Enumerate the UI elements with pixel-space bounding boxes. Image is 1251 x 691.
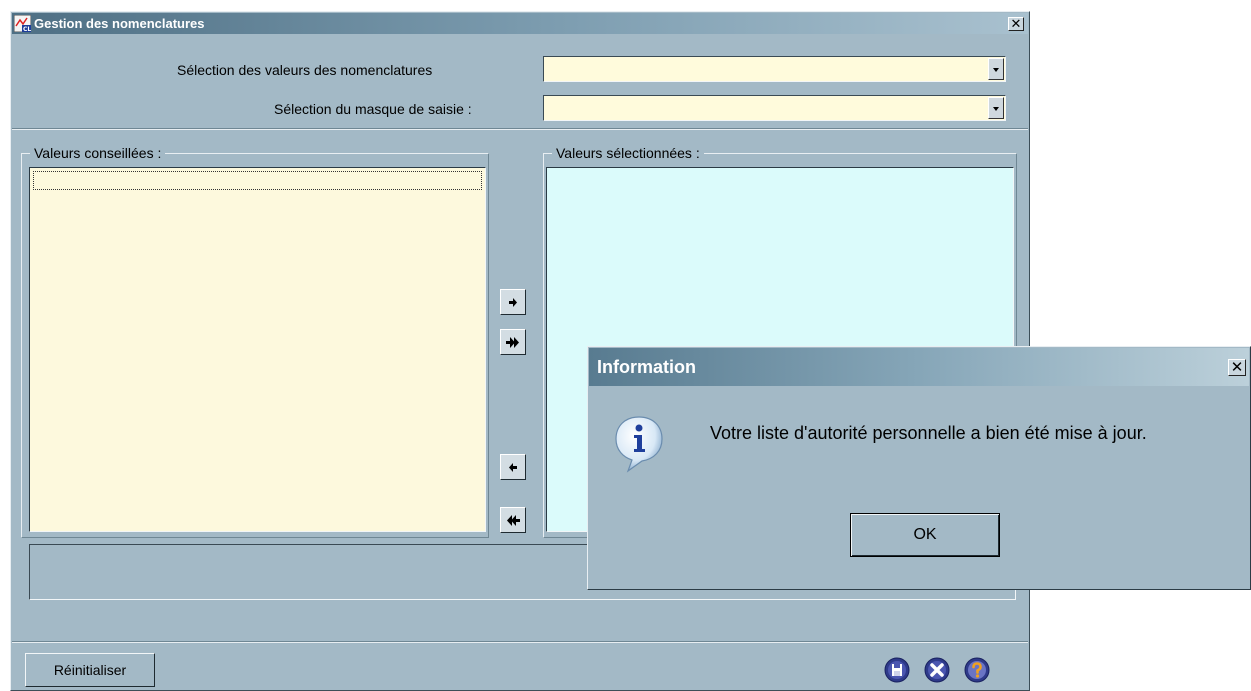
dialog-message: Votre liste d'autorité personnelle a bie…	[710, 423, 1147, 443]
svg-text:CL: CL	[23, 26, 31, 32]
ok-button-label: OK	[913, 526, 937, 543]
dialog-title-bar[interactable]: Information ✕	[589, 348, 1249, 386]
move-left-button[interactable]	[500, 454, 526, 480]
window-close-button[interactable]: ✕	[1008, 17, 1024, 31]
window-title: Gestion des nomenclatures	[34, 16, 205, 31]
move-all-right-button[interactable]	[500, 329, 526, 355]
selected-values-legend: Valeurs sélectionnées :	[552, 145, 704, 161]
list-item[interactable]	[33, 171, 482, 190]
separator	[12, 641, 1028, 643]
close-icon[interactable]	[924, 657, 950, 683]
double-arrow-left-icon	[507, 515, 520, 526]
move-right-button[interactable]	[500, 289, 526, 315]
chevron-down-icon[interactable]	[988, 97, 1004, 119]
chevron-down-icon[interactable]	[988, 58, 1004, 80]
separator	[12, 128, 1028, 130]
help-icon[interactable]	[964, 657, 990, 683]
app-icon: CL	[13, 14, 32, 33]
reset-button[interactable]: Réinitialiser	[25, 653, 155, 687]
nomenclature-select[interactable]	[543, 56, 1006, 82]
ok-button[interactable]: OK	[850, 513, 1000, 557]
mask-select[interactable]	[543, 95, 1006, 121]
reset-button-label: Réinitialiser	[53, 662, 127, 678]
info-icon	[614, 415, 664, 473]
title-bar[interactable]: CL Gestion des nomenclatures ✕	[12, 13, 1028, 34]
advised-values-list[interactable]	[29, 167, 486, 532]
close-icon: ✕	[1230, 359, 1244, 376]
information-dialog: Information ✕ Votre liste d'autorité per…	[587, 346, 1251, 590]
dialog-title: Information	[597, 357, 696, 377]
arrow-left-icon	[509, 463, 517, 472]
advised-values-legend: Valeurs conseillées :	[30, 145, 166, 161]
nomenclature-label: Sélection des valeurs des nomenclatures	[177, 62, 433, 78]
arrow-right-icon	[509, 298, 517, 307]
close-icon: ✕	[1010, 16, 1022, 31]
save-icon[interactable]	[884, 657, 910, 683]
move-all-left-button[interactable]	[500, 507, 526, 533]
double-arrow-right-icon	[506, 337, 519, 348]
mask-label: Sélection du masque de saisie :	[274, 101, 472, 117]
dialog-close-button[interactable]: ✕	[1228, 359, 1246, 376]
